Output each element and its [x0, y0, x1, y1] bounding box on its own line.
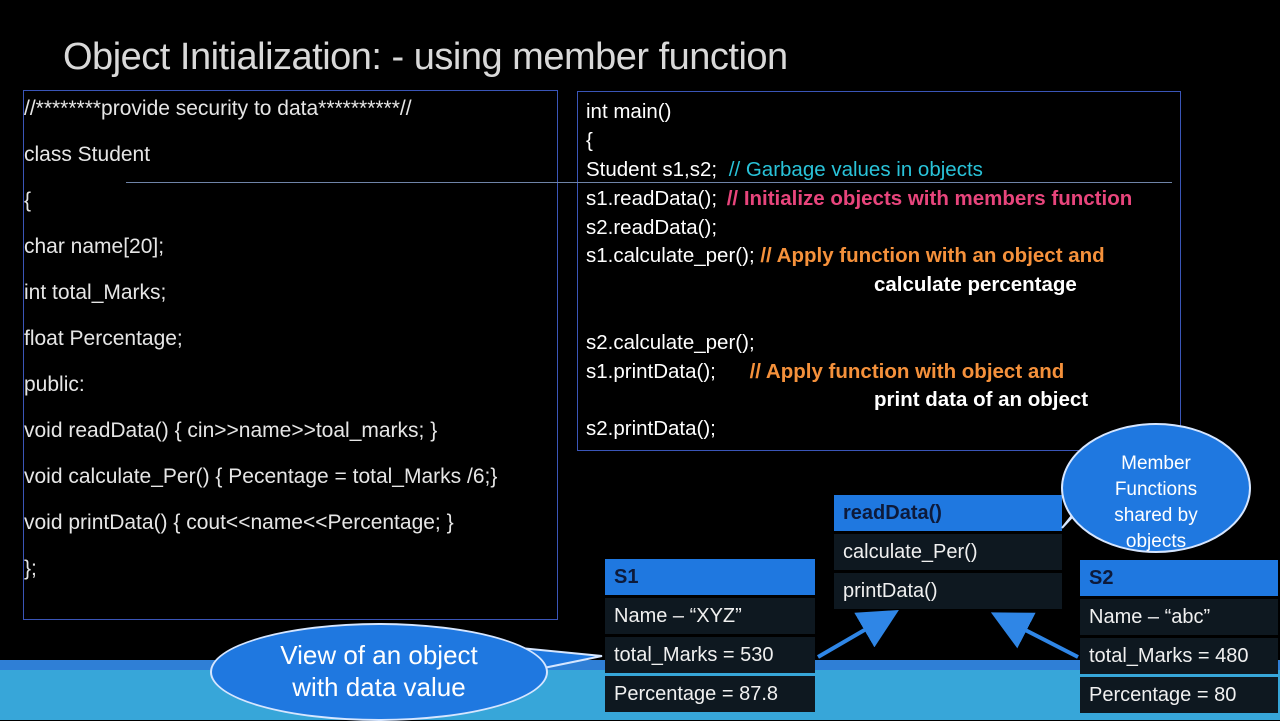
arrow-s1-icon: [816, 609, 899, 659]
arrow-icons: [816, 609, 1079, 659]
arrow-s2-icon: [990, 612, 1079, 659]
